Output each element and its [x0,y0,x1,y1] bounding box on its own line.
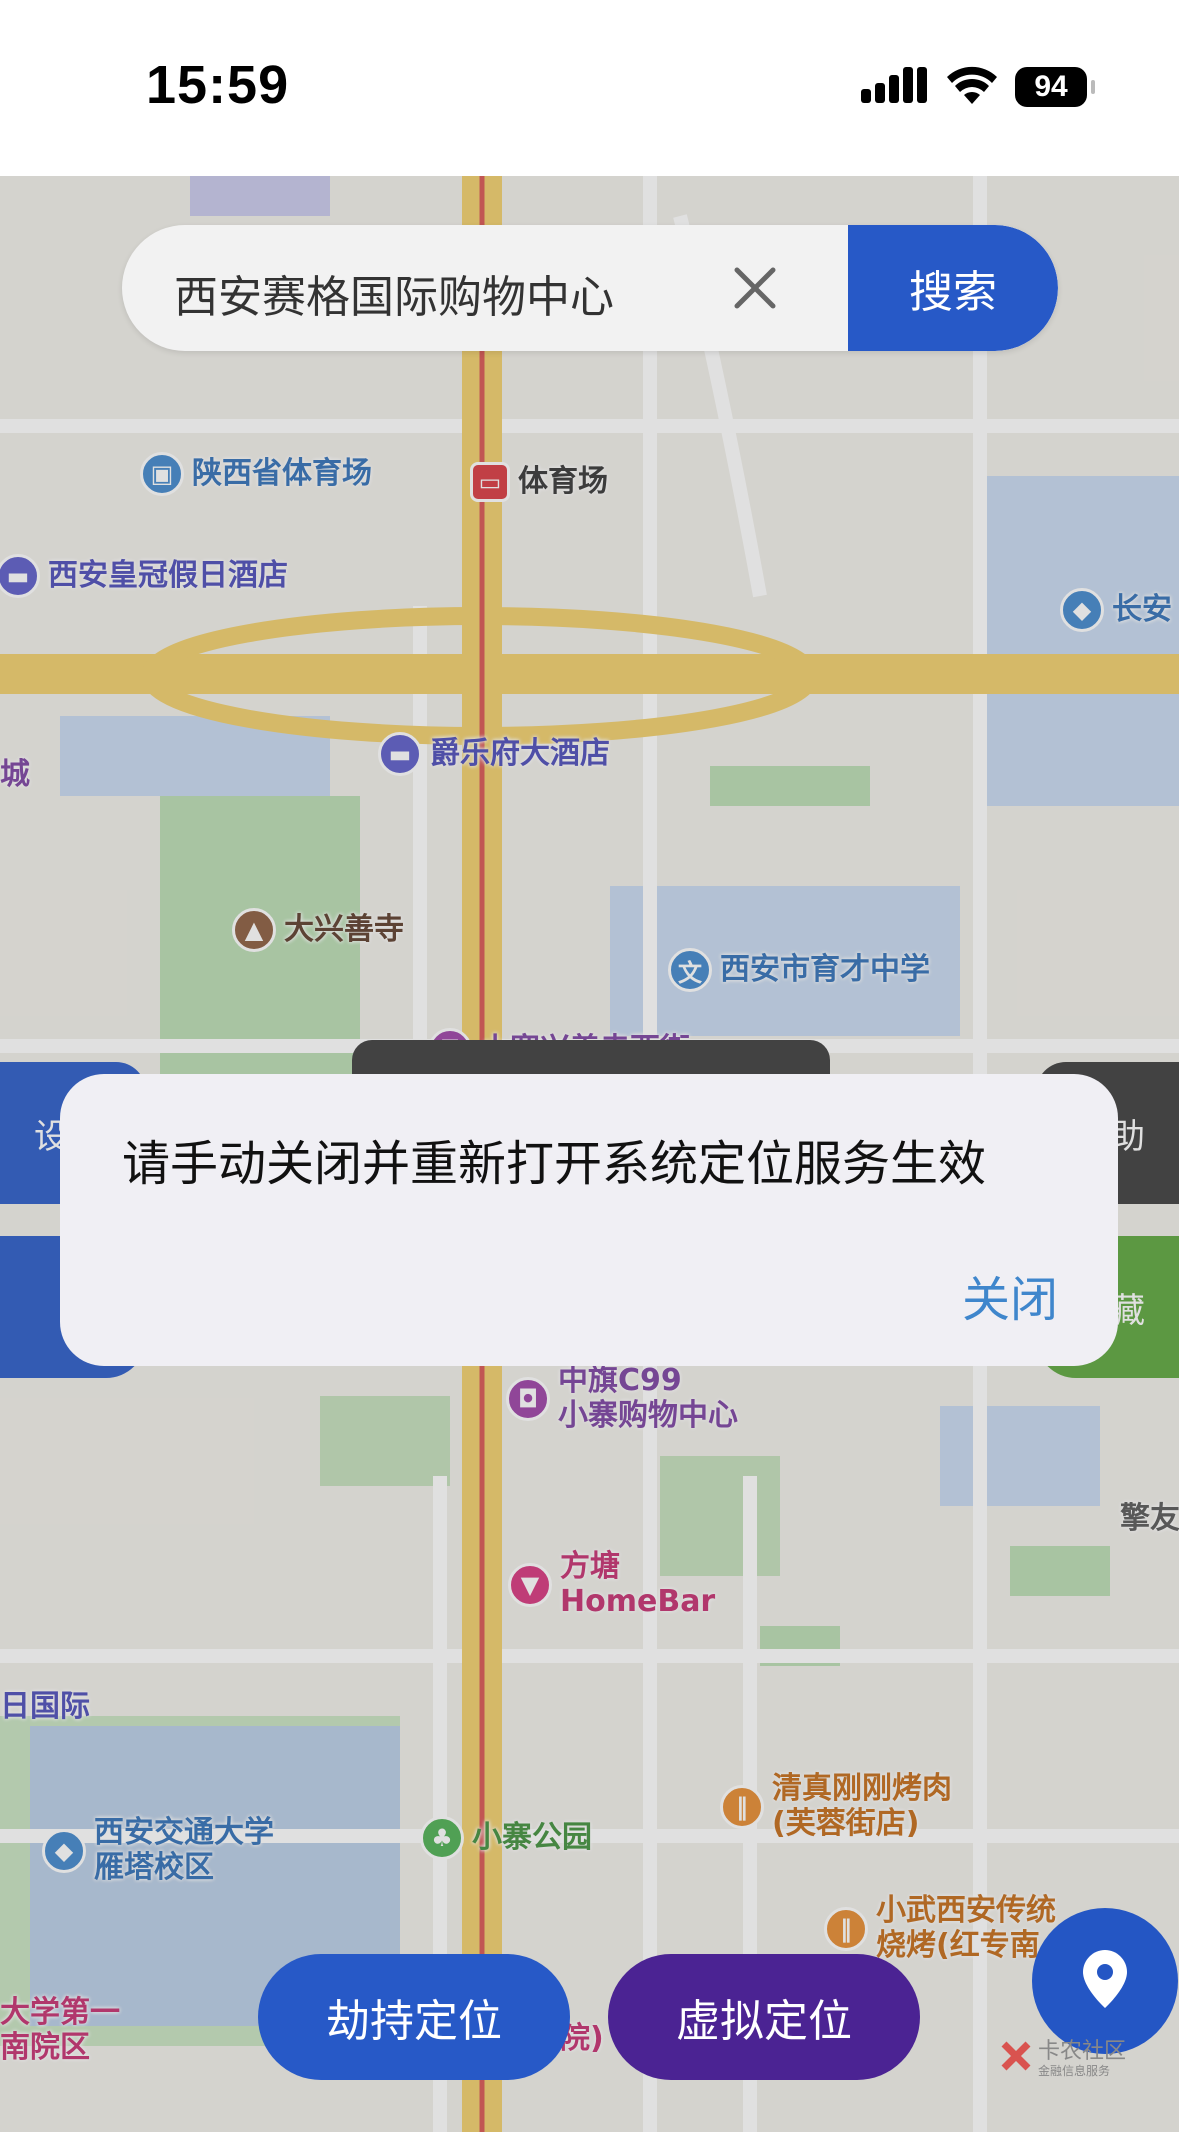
search-bar: 西安赛格国际购物中心 搜索 [122,225,1058,351]
status-time: 15:59 [146,55,290,115]
status-bar: 15:59 94 [0,0,1179,176]
clear-icon[interactable] [710,243,800,333]
battery-icon: 94 [1015,67,1095,107]
dialog-close-button[interactable]: 关闭 [962,1260,1058,1330]
search-button[interactable]: 搜索 [848,225,1058,351]
alert-dialog: 请手动关闭并重新打开系统定位服务生效 关闭 [60,1074,1118,1366]
watermark: 卡农社区 金融信息服务 [1000,2040,1126,2078]
location-pin-icon [1083,1950,1127,2012]
hijack-location-button[interactable]: 劫持定位 [258,1954,570,2080]
virtual-location-button[interactable]: 虚拟定位 [608,1954,920,2080]
wifi-icon [947,66,997,108]
watermark-logo-icon [1000,2040,1032,2078]
status-icons: 94 [861,62,1095,112]
search-input[interactable]: 西安赛格国际购物中心 [174,261,614,325]
cellular-signal-icon [861,67,929,107]
my-location-button[interactable] [1032,1908,1178,2054]
dialog-message: 请手动关闭并重新打开系统定位服务生效 [122,1136,987,1192]
